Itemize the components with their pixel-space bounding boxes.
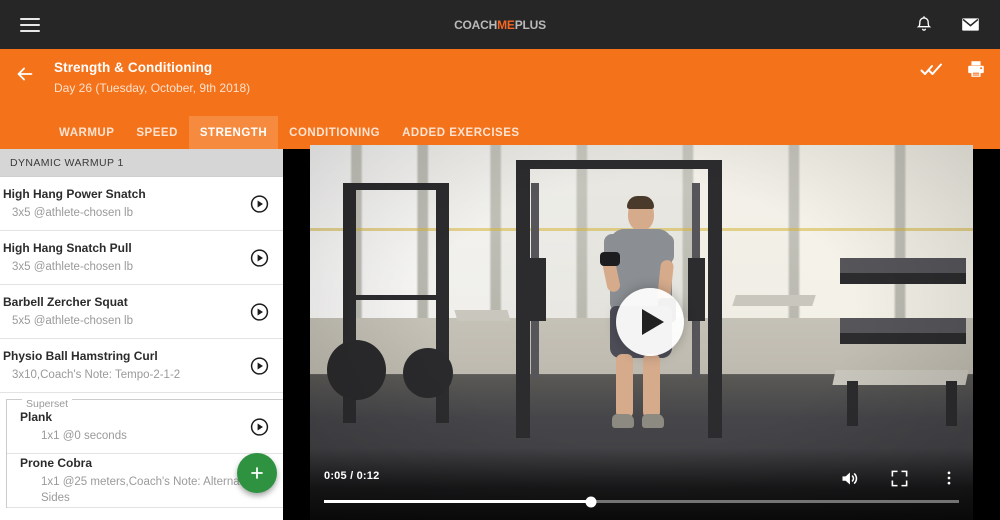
play-triangle-icon[interactable]	[616, 288, 684, 356]
dumbbell-left	[599, 251, 620, 266]
dumbbell-row	[840, 257, 967, 273]
envelope-icon[interactable]	[958, 13, 982, 37]
app-logo: COACH ME PLUS	[0, 0, 1000, 49]
athlete-left-shoe	[611, 413, 634, 428]
tab-strength[interactable]: STRENGTH	[188, 116, 279, 149]
kebab-menu-icon[interactable]	[937, 466, 961, 490]
dumbbell-rack-shelf	[840, 332, 967, 344]
athlete-hair	[626, 195, 654, 209]
printer-icon[interactable]	[964, 57, 988, 81]
play-triangle-shape	[642, 309, 664, 335]
play-circle-icon[interactable]	[250, 194, 269, 213]
double-check-icon[interactable]	[920, 57, 944, 81]
athlete-right-leg	[642, 353, 660, 418]
exercise-name: Physio Ball Hamstring Curl	[3, 349, 158, 363]
header-actions	[920, 57, 988, 81]
exercise-detail: 3x5 @athlete-chosen lb	[12, 207, 133, 219]
logo-part-me: ME	[497, 17, 515, 32]
logo-part-coach: COACH	[454, 17, 498, 32]
exercise-name: Barbell Zercher Squat	[3, 295, 128, 309]
list-item[interactable]: High Hang Snatch Pull 3x5 @athlete-chose…	[0, 231, 283, 285]
list-item[interactable]: High Hang Power Snatch 3x5 @athlete-chos…	[0, 177, 283, 231]
cable-machine-crossbar	[515, 160, 723, 169]
add-exercise-button[interactable]	[237, 453, 277, 493]
squat-rack-top	[343, 182, 450, 190]
adjustable-bench	[454, 310, 511, 322]
hamburger-bar	[20, 29, 40, 32]
logo-part-plus: PLUS	[514, 17, 546, 32]
play-circle-icon[interactable]	[250, 248, 269, 267]
top-bar-actions	[912, 0, 992, 49]
weight-stack	[528, 257, 547, 322]
dumbbell-row	[840, 317, 967, 333]
play-circle-icon[interactable]	[250, 417, 269, 436]
exercise-name: Plank	[20, 410, 53, 424]
hamburger-bar	[20, 17, 40, 20]
superset-container: Plank 1x1 @0 seconds Prone Cobra 1x1 @25…	[6, 399, 283, 508]
play-circle-icon[interactable]	[250, 356, 269, 375]
exercise-detail: 5x5 @athlete-chosen lb	[12, 315, 133, 327]
superset-group: Superset Plank 1x1 @0 seconds Prone Cobr…	[0, 398, 283, 508]
exercise-detail: 3x10,Coach's Note: Tempo-2-1-2	[12, 369, 181, 381]
volume-up-icon[interactable]	[837, 466, 861, 490]
exercise-name: High Hang Snatch Pull	[3, 241, 132, 255]
video-control-buttons	[837, 466, 961, 490]
weight-plate	[326, 340, 387, 400]
app-root: COACH ME PLUS Strength & Conditioning Da…	[0, 0, 1000, 520]
page-title: Strength & Conditioning	[54, 60, 213, 75]
tab-speed[interactable]: SPEED	[125, 116, 189, 149]
list-item[interactable]: Barbell Zercher Squat 5x5 @athlete-chose…	[0, 285, 283, 339]
exercise-detail: 3x5 @athlete-chosen lb	[12, 261, 133, 273]
page-subtitle: Day 26 (Tuesday, October, 9th 2018)	[54, 81, 251, 95]
fullscreen-icon[interactable]	[887, 466, 911, 490]
video-progress-handle[interactable]	[585, 496, 597, 507]
video-progress-fill	[324, 500, 591, 503]
arrow-left-icon[interactable]	[10, 59, 40, 89]
squat-rack-bar	[343, 295, 450, 301]
video-time-display: 0:05 / 0:12	[324, 470, 380, 482]
superset-label: Superset	[22, 398, 73, 410]
hamburger-icon[interactable]	[8, 0, 52, 49]
dumbbell-rack-shelf	[840, 272, 967, 284]
video-progress-bar[interactable]	[324, 496, 959, 507]
tab-warmup[interactable]: WARMUP	[48, 116, 125, 149]
bench-leg	[847, 381, 858, 427]
list-item[interactable]: Physio Ball Hamstring Curl 3x10,Coach's …	[0, 339, 283, 393]
exercise-group-header: DYNAMIC WARMUP 1	[0, 149, 283, 177]
exercise-video-player[interactable]: 0:05 / 0:12	[310, 145, 973, 520]
exercise-detail: 1x1 @0 seconds	[41, 430, 127, 442]
video-controls: 0:05 / 0:12	[310, 448, 973, 520]
weight-plate	[402, 347, 453, 399]
bench-leg	[946, 381, 958, 427]
bell-icon[interactable]	[912, 13, 936, 37]
header-titles: Strength & Conditioning Day 26 (Tuesday,…	[54, 58, 250, 97]
exercise-name: High Hang Power Snatch	[3, 187, 146, 201]
play-circle-icon[interactable]	[250, 302, 269, 321]
athlete-right-shoe	[641, 413, 664, 428]
hamburger-bar	[20, 23, 40, 26]
athlete-left-leg	[615, 353, 633, 418]
top-navigation-bar: COACH ME PLUS	[0, 0, 1000, 49]
